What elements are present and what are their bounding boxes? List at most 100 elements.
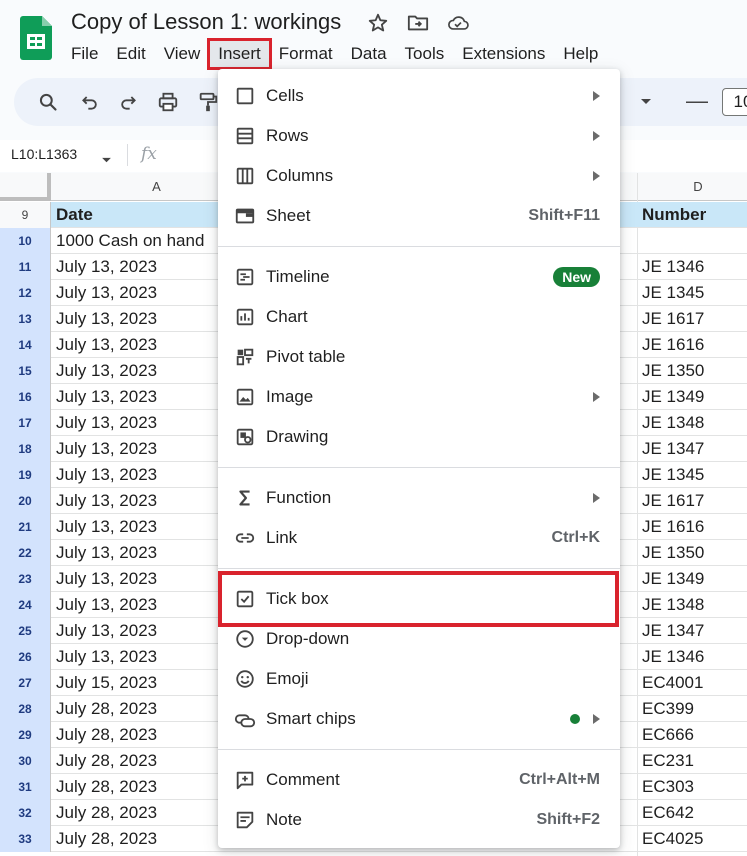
- column-header-d[interactable]: D: [638, 173, 747, 201]
- name-box[interactable]: L10:L1363: [11, 146, 77, 162]
- cell-d-header[interactable]: Number: [642, 202, 706, 228]
- row-number[interactable]: 10: [0, 228, 51, 254]
- move-to-folder-icon[interactable]: [407, 12, 429, 34]
- search-icon[interactable]: [36, 90, 60, 114]
- cell-date[interactable]: July 13, 2023: [56, 566, 157, 592]
- cell-date[interactable]: July 13, 2023: [56, 254, 157, 280]
- menu-item-emoji[interactable]: Emoji: [218, 659, 620, 699]
- menu-item-chart[interactable]: Chart: [218, 297, 620, 337]
- cell-number[interactable]: JE 1617: [642, 488, 704, 514]
- row-number[interactable]: 13: [0, 306, 51, 332]
- cell-date[interactable]: July 13, 2023: [56, 410, 157, 436]
- cell-number[interactable]: JE 1616: [642, 514, 704, 540]
- menu-help[interactable]: Help: [554, 40, 607, 68]
- cell-date[interactable]: July 28, 2023: [56, 800, 157, 826]
- cell-date[interactable]: July 13, 2023: [56, 644, 157, 670]
- print-icon[interactable]: [156, 90, 180, 114]
- menu-extensions[interactable]: Extensions: [453, 40, 554, 68]
- cell-date[interactable]: July 28, 2023: [56, 826, 157, 852]
- cell-date[interactable]: July 13, 2023: [56, 618, 157, 644]
- cell-date[interactable]: July 13, 2023: [56, 436, 157, 462]
- row-number[interactable]: 11: [0, 254, 51, 280]
- cell-number[interactable]: JE 1349: [642, 384, 704, 410]
- cell-date[interactable]: July 15, 2023: [56, 670, 157, 696]
- menu-item-smart-chips[interactable]: Smart chips: [218, 699, 620, 739]
- document-title[interactable]: Copy of Lesson 1: workings: [71, 9, 341, 35]
- menu-item-cells[interactable]: Cells: [218, 76, 620, 116]
- name-box-caret-icon[interactable]: [101, 151, 112, 169]
- row-number[interactable]: 14: [0, 332, 51, 358]
- cell-date[interactable]: July 13, 2023: [56, 384, 157, 410]
- row-number[interactable]: 23: [0, 566, 51, 592]
- row-number[interactable]: 27: [0, 670, 51, 696]
- menu-item-function[interactable]: Function: [218, 478, 620, 518]
- menu-item-pivot-table[interactable]: Pivot table: [218, 337, 620, 377]
- cell-date[interactable]: July 13, 2023: [56, 488, 157, 514]
- cell-date[interactable]: July 13, 2023: [56, 332, 157, 358]
- row-number[interactable]: 16: [0, 384, 51, 410]
- cell-date[interactable]: July 13, 2023: [56, 540, 157, 566]
- cell-number[interactable]: EC399: [642, 696, 694, 722]
- cell-date[interactable]: July 28, 2023: [56, 722, 157, 748]
- menu-item-drop-down[interactable]: Drop-down: [218, 619, 620, 659]
- cell-date[interactable]: July 28, 2023: [56, 774, 157, 800]
- cell-date[interactable]: July 13, 2023: [56, 306, 157, 332]
- dropdown-caret-icon[interactable]: [634, 90, 658, 114]
- cell-number[interactable]: JE 1350: [642, 540, 704, 566]
- cell-number[interactable]: JE 1349: [642, 566, 704, 592]
- cell-number[interactable]: EC4001: [642, 670, 703, 696]
- cell-number[interactable]: JE 1347: [642, 436, 704, 462]
- undo-icon[interactable]: [78, 90, 102, 114]
- cell-date[interactable]: July 13, 2023: [56, 358, 157, 384]
- select-all-corner[interactable]: [0, 173, 51, 201]
- cell-number[interactable]: JE 1346: [642, 254, 704, 280]
- row-number[interactable]: 21: [0, 514, 51, 540]
- cell-date[interactable]: July 13, 2023: [56, 280, 157, 306]
- menu-view[interactable]: View: [155, 40, 210, 68]
- row-number[interactable]: 12: [0, 280, 51, 306]
- cell-number[interactable]: JE 1345: [642, 280, 704, 306]
- menu-item-rows[interactable]: Rows: [218, 116, 620, 156]
- menu-insert[interactable]: Insert: [207, 38, 272, 70]
- cell-a-header[interactable]: Date: [56, 202, 93, 228]
- row-number[interactable]: 18: [0, 436, 51, 462]
- row-number[interactable]: 26: [0, 644, 51, 670]
- menu-item-drawing[interactable]: Drawing: [218, 417, 620, 457]
- row-number[interactable]: 20: [0, 488, 51, 514]
- menu-file[interactable]: File: [62, 40, 107, 68]
- menu-edit[interactable]: Edit: [107, 40, 154, 68]
- cell-date[interactable]: 1000 Cash on hand: [56, 228, 204, 254]
- menu-item-image[interactable]: Image: [218, 377, 620, 417]
- menu-format[interactable]: Format: [270, 40, 342, 68]
- font-size-input[interactable]: 10: [722, 88, 747, 116]
- row-number[interactable]: 15: [0, 358, 51, 384]
- cell-date[interactable]: July 13, 2023: [56, 514, 157, 540]
- decrease-font-size-icon[interactable]: —: [686, 90, 708, 112]
- menu-item-timeline[interactable]: Timeline New: [218, 257, 620, 297]
- row-number[interactable]: 24: [0, 592, 51, 618]
- cell-number[interactable]: EC642: [642, 800, 694, 826]
- cell-number[interactable]: JE 1345: [642, 462, 704, 488]
- redo-icon[interactable]: [116, 90, 140, 114]
- row-number[interactable]: 30: [0, 748, 51, 774]
- cell-number[interactable]: JE 1617: [642, 306, 704, 332]
- cell-number[interactable]: JE 1350: [642, 358, 704, 384]
- row-number[interactable]: 33: [0, 826, 51, 852]
- star-icon[interactable]: [367, 12, 389, 34]
- cell-number[interactable]: EC666: [642, 722, 694, 748]
- cell-number[interactable]: JE 1348: [642, 592, 704, 618]
- menu-item-comment[interactable]: Comment Ctrl+Alt+M: [218, 760, 620, 800]
- cell-number[interactable]: JE 1346: [642, 644, 704, 670]
- menu-item-columns[interactable]: Columns: [218, 156, 620, 196]
- row-number[interactable]: 28: [0, 696, 51, 722]
- menu-tools[interactable]: Tools: [396, 40, 454, 68]
- menu-item-sheet[interactable]: Sheet Shift+F11: [218, 196, 620, 236]
- row-number[interactable]: 32: [0, 800, 51, 826]
- paint-format-icon[interactable]: [196, 90, 220, 114]
- cell-number[interactable]: EC231: [642, 748, 694, 774]
- row-number[interactable]: 22: [0, 540, 51, 566]
- cell-date[interactable]: July 28, 2023: [56, 748, 157, 774]
- row-number[interactable]: 9: [0, 202, 51, 228]
- menu-data[interactable]: Data: [342, 40, 396, 68]
- row-number[interactable]: 19: [0, 462, 51, 488]
